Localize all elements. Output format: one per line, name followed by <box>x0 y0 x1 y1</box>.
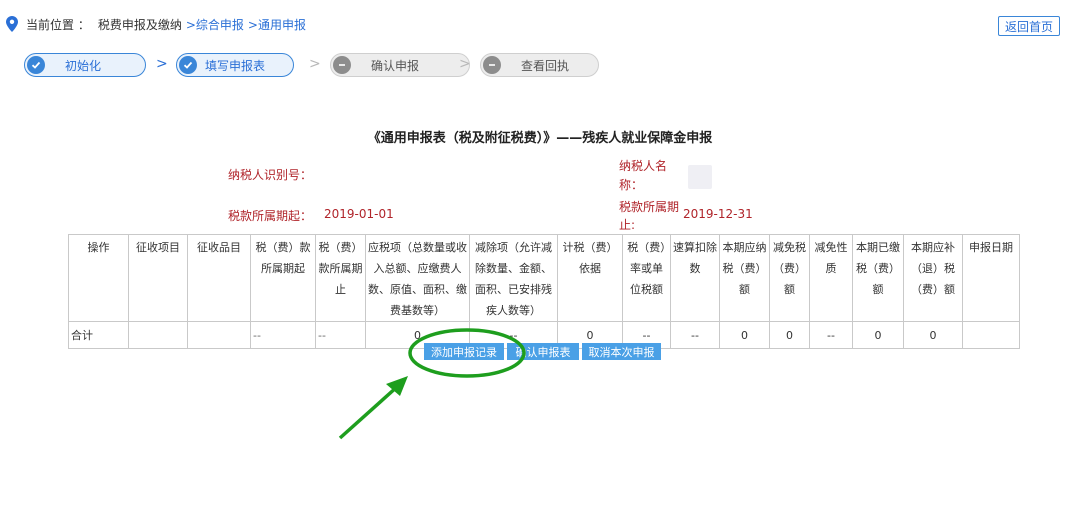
col-header: 本期已缴税（费）额 <box>852 234 904 322</box>
cancel-declaration-button[interactable]: 取消本次申报 <box>582 343 661 360</box>
taxpayer-name-label: 纳税人名 <box>619 159 668 173</box>
col-header: 征收品目 <box>187 234 251 322</box>
col-header: 本期应补（退）税（费）额 <box>903 234 963 322</box>
col-header: 征收项目 <box>128 234 188 322</box>
chevron-right-icon: > <box>309 56 321 72</box>
taxpayer-id-label: 纳税人识别号： <box>228 168 313 182</box>
col-header: 速算扣除数 <box>670 234 720 322</box>
return-home-button[interactable]: 返回首页 <box>998 16 1060 36</box>
col-header: 操作 <box>68 234 129 322</box>
step-init: 初始化 <box>24 53 146 77</box>
table-cell: 0 <box>903 321 963 349</box>
col-header: 计税（费）依据 <box>557 234 623 322</box>
table-cell: 合计 <box>68 321 129 349</box>
step-fill-form: 填写申报表 <box>176 53 294 77</box>
col-header: 税（费）率或单位税额 <box>622 234 671 322</box>
taxpayer-name-label-cont: 称： <box>619 178 644 192</box>
col-header: 减免性质 <box>809 234 853 322</box>
arrow-head-icon <box>386 376 408 396</box>
period-start-value: 2019-01-01 <box>324 207 394 221</box>
location-pin-icon <box>6 16 18 32</box>
chevron-right-icon: > <box>459 56 471 72</box>
add-declaration-record-button[interactable]: 添加申报记录 <box>424 343 504 360</box>
step-label: 初始化 <box>65 58 102 73</box>
step-label: 填写申报表 <box>205 58 266 73</box>
minus-icon <box>333 56 351 74</box>
table-cell: 0 <box>852 321 904 349</box>
breadcrumb: 当前位置 ： 税费申报及缴纳 >综合申报 >通用申报 <box>6 14 306 34</box>
pointer-arrow <box>338 384 400 440</box>
col-header: 减免税（费）额 <box>769 234 810 322</box>
table-cell: 0 <box>769 321 810 349</box>
col-header: 减除项（允许减除数量、金额、面积、已安排残疾人数等） <box>469 234 558 322</box>
action-buttons: 添加申报记录 确认申报表 取消本次申报 <box>424 343 661 360</box>
declaration-table: 操作 征收项目 征收品目 税（费）款所属期起 税（费）款所属期止 应税项（总数量… <box>68 234 1020 349</box>
col-header: 应税项（总数量或收入总额、应缴费人数、原值、面积、缴费基数等） <box>365 234 470 322</box>
table-cell <box>962 321 1020 349</box>
step-label: 查看回执 <box>521 58 570 73</box>
period-start-label: 税款所属期起： <box>228 209 313 223</box>
check-icon <box>179 56 197 74</box>
table-cell: -- <box>315 321 366 349</box>
breadcrumb-item-tax-declaration[interactable]: 税费申报及缴纳 <box>98 16 182 33</box>
col-header: 税（费）款所属期止 <box>315 234 366 322</box>
table-cell <box>187 321 251 349</box>
confirm-declaration-button[interactable]: 确认申报表 <box>507 343 579 360</box>
table-header-row: 操作 征收项目 征收品目 税（费）款所属期起 税（费）款所属期止 应税项（总数量… <box>68 234 1020 322</box>
breadcrumb-item-comprehensive[interactable]: >综合申报 <box>186 16 244 33</box>
location-label: 当前位置 ： <box>26 17 90 32</box>
table-cell: -- <box>250 321 316 349</box>
chevron-right-icon: > <box>156 56 168 72</box>
taxpayer-name-value <box>688 165 712 189</box>
table-cell: 0 <box>719 321 770 349</box>
table-cell: -- <box>809 321 853 349</box>
table-cell <box>128 321 188 349</box>
col-header: 本期应纳税（费）额 <box>719 234 770 322</box>
check-icon <box>27 56 45 74</box>
minus-icon <box>483 56 501 74</box>
step-confirm: 确认申报 <box>330 53 470 77</box>
period-end-value: 2019-12-31 <box>683 207 753 221</box>
step-view-receipt: 查看回执 <box>480 53 599 77</box>
period-end-label-cont: 止: <box>619 218 636 232</box>
col-header: 税（费）款所属期起 <box>250 234 316 322</box>
form-title: 《通用申报表（税及附征税费）》——残疾人就业保障金申报 <box>367 131 713 146</box>
col-header: 申报日期 <box>962 234 1020 322</box>
table-cell: -- <box>670 321 720 349</box>
period-end-label: 税款所属期 <box>619 200 680 214</box>
step-label: 确认申报 <box>371 58 420 73</box>
breadcrumb-item-general[interactable]: >通用申报 <box>248 16 306 33</box>
